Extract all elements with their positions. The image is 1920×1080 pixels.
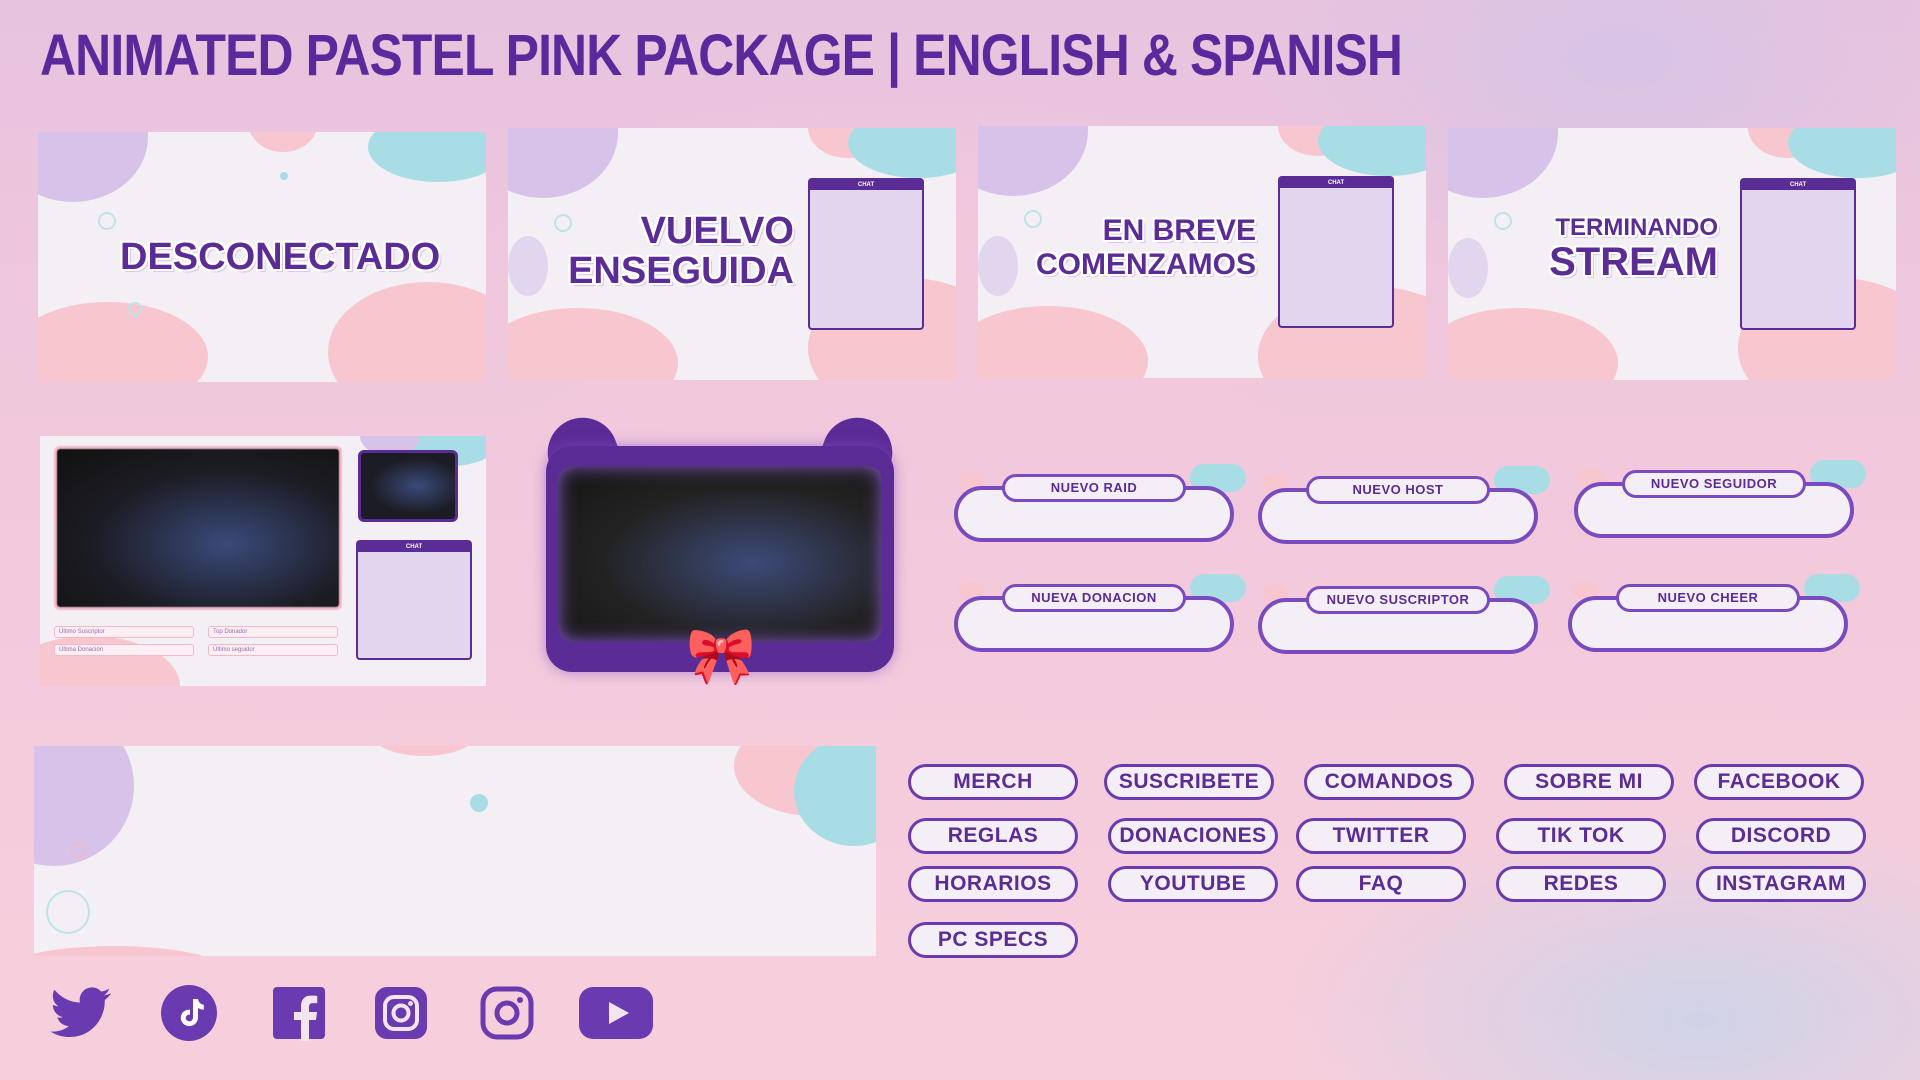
panel-merch[interactable]: MERCH (908, 764, 1078, 800)
alert-raid: NUEVO RAID (954, 450, 1246, 550)
page-title: ANIMATED PASTEL PINK PACKAGE | ENGLISH &… (40, 23, 1403, 88)
panel-tiktok[interactable]: TIK TOK (1496, 818, 1666, 854)
alert-donation: NUEVA DONACION (954, 560, 1246, 660)
alert-host: NUEVO HOST (1258, 452, 1550, 552)
scene-offline: DESCONECTADO (38, 132, 486, 382)
facebook-icon[interactable] (268, 982, 330, 1044)
alert-label: NUEVA DONACION (1002, 584, 1186, 612)
alert-label: NUEVO HOST (1306, 476, 1490, 504)
scene-ending: TERMINANDO STREAM CHAT (1448, 128, 1896, 380)
chat-label: CHAT (1742, 180, 1854, 190)
scene-title: DESCONECTADO (120, 236, 441, 278)
chat-label: CHAT (1280, 178, 1392, 188)
scene-title-line1: VUELVO (640, 210, 794, 252)
chat-box: CHAT (808, 178, 924, 330)
alert-label: NUEVO CHEER (1616, 584, 1800, 612)
latest-donation-label: Última Donación (54, 644, 194, 656)
panel-youtube[interactable]: YOUTUBE (1108, 866, 1278, 902)
small-webcam (358, 450, 458, 522)
panel-pc-specs[interactable]: PC SPECS (908, 922, 1078, 958)
instagram-icon[interactable] (370, 982, 432, 1044)
webcam-frame: 🎀 (537, 407, 903, 708)
chat-box: CHAT (1740, 178, 1856, 330)
alert-label: NUEVO RAID (1002, 474, 1186, 502)
youtube-icon[interactable] (576, 982, 656, 1044)
alert-cheer: NUEVO CHEER (1568, 560, 1860, 660)
panel-faq[interactable]: FAQ (1296, 866, 1466, 902)
chat-label: CHAT (358, 542, 470, 552)
layout-preview: CHAT Último Suscriptor Top Donador Últim… (40, 436, 486, 686)
panel-facebook[interactable]: FACEBOOK (1694, 764, 1864, 800)
alert-label: NUEVO SEGUIDOR (1622, 470, 1806, 498)
panel-socials[interactable]: REDES (1496, 866, 1666, 902)
scene-brb: VUELVO ENSEGUIDA CHAT (508, 128, 956, 380)
panel-schedule[interactable]: HORARIOS (908, 866, 1078, 902)
instagram-outline-icon[interactable] (476, 982, 538, 1044)
chat-box: CHAT (356, 540, 472, 660)
scene-title-line2: ENSEGUIDA (568, 250, 794, 292)
scene-starting-soon: EN BREVE COMENZAMOS CHAT (978, 126, 1426, 378)
alert-follower: NUEVO SEGUIDOR (1574, 446, 1866, 546)
alert-subscriber: NUEVO SUSCRIPTOR (1258, 562, 1550, 662)
panel-donations[interactable]: DONACIONES (1108, 818, 1278, 854)
scene-title-line1: EN BREVE (1102, 214, 1256, 247)
panel-subscribe[interactable]: SUSCRIBETE (1104, 764, 1274, 800)
latest-follower-label: Último seguidor (208, 644, 338, 656)
webcam-screen (558, 466, 882, 642)
alert-label: NUEVO SUSCRIPTOR (1306, 586, 1490, 614)
panel-discord[interactable]: DISCORD (1696, 818, 1866, 854)
scene-title-line2: STREAM (1549, 240, 1718, 284)
scene-title-line1: TERMINANDO (1555, 214, 1718, 241)
tiktok-icon[interactable] (158, 982, 220, 1044)
chat-box: CHAT (1278, 176, 1394, 328)
latest-sub-label: Último Suscriptor (54, 626, 194, 638)
top-donor-label: Top Donador (208, 626, 338, 638)
scene-title-line2: COMENZAMOS (1036, 248, 1256, 281)
main-webcam (54, 446, 342, 610)
panel-twitter[interactable]: TWITTER (1296, 818, 1466, 854)
twitter-icon[interactable] (50, 982, 112, 1044)
panel-rules[interactable]: REGLAS (908, 818, 1078, 854)
panel-commands[interactable]: COMANDOS (1304, 764, 1474, 800)
bow-icon: 🎀 (686, 624, 756, 687)
panel-about[interactable]: SOBRE MI (1504, 764, 1674, 800)
chat-label: CHAT (810, 180, 922, 190)
panel-instagram[interactable]: INSTAGRAM (1696, 866, 1866, 902)
banner-preview (34, 746, 876, 956)
